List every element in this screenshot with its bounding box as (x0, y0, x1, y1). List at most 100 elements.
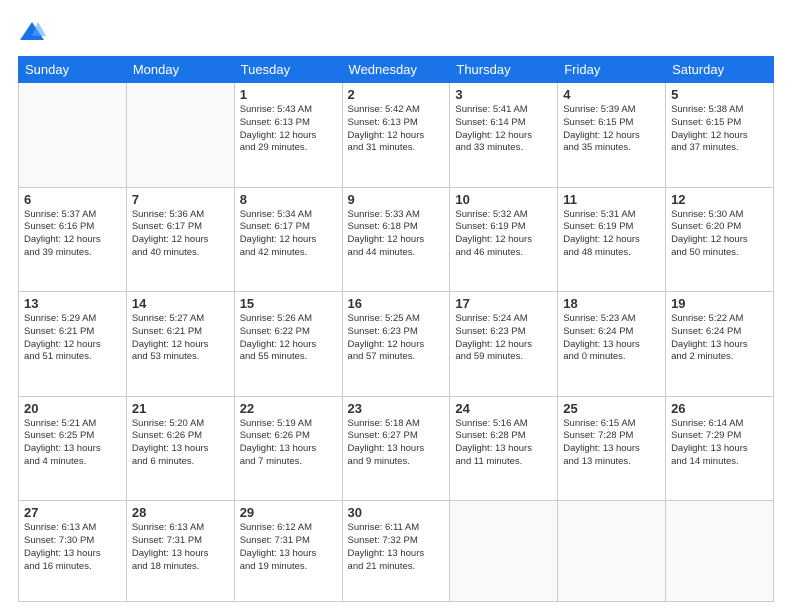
day-number: 23 (348, 401, 445, 416)
day-info: Sunrise: 5:16 AM Sunset: 6:28 PM Dayligh… (455, 418, 552, 469)
day-info: Sunrise: 5:20 AM Sunset: 6:26 PM Dayligh… (132, 418, 229, 469)
weekday-header-sunday: Sunday (19, 57, 127, 83)
day-cell: 6 Sunrise: 5:37 AM Sunset: 6:16 PM Daylig… (19, 187, 127, 292)
day-number: 3 (455, 87, 552, 102)
day-info: Sunrise: 5:38 AM Sunset: 6:15 PM Dayligh… (671, 104, 768, 155)
day-cell: 18Sunrise: 5:23 AM Sunset: 6:24 PM Dayli… (558, 292, 666, 397)
day-cell: 20 Sunrise: 5:21 AM Sunset: 6:25 PM Dayli… (19, 396, 127, 501)
day-info: Sunrise: 5:24 AM Sunset: 6:23 PM Dayligh… (455, 313, 552, 364)
day-number: 12 (671, 192, 768, 207)
day-info: Sunrise: 5:22 AM Sunset: 6:24 PM Dayligh… (671, 313, 768, 364)
day-cell: 26Sunrise: 6:14 AM Sunset: 7:29 PM Dayli… (666, 396, 774, 501)
week-row-1: 1 Sunrise: 5:43 AM Sunset: 6:13 PM Daylig… (19, 83, 774, 188)
day-info: Sunrise: 5:23 AM Sunset: 6:24 PM Dayligh… (563, 313, 660, 364)
day-number: 17 (455, 296, 552, 311)
week-row-2: 6 Sunrise: 5:37 AM Sunset: 6:16 PM Daylig… (19, 187, 774, 292)
day-cell: 22 Sunrise: 5:19 AM Sunset: 6:26 PM Dayli… (234, 396, 342, 501)
day-number: 25 (563, 401, 660, 416)
day-number: 7 (132, 192, 229, 207)
day-number: 14 (132, 296, 229, 311)
day-number: 20 (24, 401, 121, 416)
day-cell: 11 Sunrise: 5:31 AM Sunset: 6:19 PM Dayli… (558, 187, 666, 292)
day-info: Sunrise: 5:36 AM Sunset: 6:17 PM Dayligh… (132, 209, 229, 260)
weekday-header-friday: Friday (558, 57, 666, 83)
day-cell: 2Sunrise: 5:42 AM Sunset: 6:13 PM Daylig… (342, 83, 450, 188)
day-info: Sunrise: 5:43 AM Sunset: 6:13 PM Dayligh… (240, 104, 337, 155)
day-info: Sunrise: 6:11 AM Sunset: 7:32 PM Dayligh… (348, 522, 445, 573)
day-number: 5 (671, 87, 768, 102)
day-cell: 19 Sunrise: 5:22 AM Sunset: 6:24 PM Dayli… (666, 292, 774, 397)
day-info: Sunrise: 5:41 AM Sunset: 6:14 PM Dayligh… (455, 104, 552, 155)
day-info: Sunrise: 6:13 AM Sunset: 7:30 PM Dayligh… (24, 522, 121, 573)
day-info: Sunrise: 5:26 AM Sunset: 6:22 PM Dayligh… (240, 313, 337, 364)
day-cell: 10 Sunrise: 5:32 AM Sunset: 6:19 PM Dayli… (450, 187, 558, 292)
day-number: 28 (132, 505, 229, 520)
day-cell: 15 Sunrise: 5:26 AM Sunset: 6:22 PM Dayli… (234, 292, 342, 397)
day-number: 15 (240, 296, 337, 311)
day-cell: 4 Sunrise: 5:39 AM Sunset: 6:15 PM Daylig… (558, 83, 666, 188)
day-number: 19 (671, 296, 768, 311)
day-number: 1 (240, 87, 337, 102)
day-info: Sunrise: 5:25 AM Sunset: 6:23 PM Dayligh… (348, 313, 445, 364)
day-cell: 9 Sunrise: 5:33 AM Sunset: 6:18 PM Daylig… (342, 187, 450, 292)
day-info: Sunrise: 5:29 AM Sunset: 6:21 PM Dayligh… (24, 313, 121, 364)
day-cell: 16 Sunrise: 5:25 AM Sunset: 6:23 PM Dayli… (342, 292, 450, 397)
day-info: Sunrise: 5:31 AM Sunset: 6:19 PM Dayligh… (563, 209, 660, 260)
day-cell: 5 Sunrise: 5:38 AM Sunset: 6:15 PM Daylig… (666, 83, 774, 188)
day-info: Sunrise: 5:21 AM Sunset: 6:25 PM Dayligh… (24, 418, 121, 469)
page: SundayMondayTuesdayWednesdayThursdayFrid… (0, 0, 792, 612)
day-number: 16 (348, 296, 445, 311)
day-cell: 13 Sunrise: 5:29 AM Sunset: 6:21 PM Dayli… (19, 292, 127, 397)
day-info: Sunrise: 6:14 AM Sunset: 7:29 PM Dayligh… (671, 418, 768, 469)
day-info: Sunrise: 5:30 AM Sunset: 6:20 PM Dayligh… (671, 209, 768, 260)
day-cell: 27 Sunrise: 6:13 AM Sunset: 7:30 PM Dayli… (19, 501, 127, 602)
day-info: Sunrise: 6:12 AM Sunset: 7:31 PM Dayligh… (240, 522, 337, 573)
day-info: Sunrise: 5:39 AM Sunset: 6:15 PM Dayligh… (563, 104, 660, 155)
day-info: Sunrise: 5:19 AM Sunset: 6:26 PM Dayligh… (240, 418, 337, 469)
day-number: 6 (24, 192, 121, 207)
day-cell (19, 83, 127, 188)
weekday-header-tuesday: Tuesday (234, 57, 342, 83)
day-number: 11 (563, 192, 660, 207)
day-number: 24 (455, 401, 552, 416)
day-info: Sunrise: 5:33 AM Sunset: 6:18 PM Dayligh… (348, 209, 445, 260)
day-info: Sunrise: 6:15 AM Sunset: 7:28 PM Dayligh… (563, 418, 660, 469)
header (18, 18, 774, 46)
day-cell: 23 Sunrise: 5:18 AM Sunset: 6:27 PM Dayli… (342, 396, 450, 501)
day-info: Sunrise: 5:27 AM Sunset: 6:21 PM Dayligh… (132, 313, 229, 364)
day-cell (666, 501, 774, 602)
day-cell: 29 Sunrise: 6:12 AM Sunset: 7:31 PM Dayli… (234, 501, 342, 602)
day-number: 21 (132, 401, 229, 416)
day-cell: 1 Sunrise: 5:43 AM Sunset: 6:13 PM Daylig… (234, 83, 342, 188)
day-number: 30 (348, 505, 445, 520)
logo (18, 18, 50, 46)
day-number: 29 (240, 505, 337, 520)
day-cell: 12 Sunrise: 5:30 AM Sunset: 6:20 PM Dayli… (666, 187, 774, 292)
weekday-header-saturday: Saturday (666, 57, 774, 83)
day-cell: 8Sunrise: 5:34 AM Sunset: 6:17 PM Daylig… (234, 187, 342, 292)
day-info: Sunrise: 5:18 AM Sunset: 6:27 PM Dayligh… (348, 418, 445, 469)
weekday-header-thursday: Thursday (450, 57, 558, 83)
day-cell: 3 Sunrise: 5:41 AM Sunset: 6:14 PM Daylig… (450, 83, 558, 188)
day-number: 10 (455, 192, 552, 207)
day-number: 8 (240, 192, 337, 207)
day-number: 2 (348, 87, 445, 102)
day-cell: 24 Sunrise: 5:16 AM Sunset: 6:28 PM Dayli… (450, 396, 558, 501)
day-number: 13 (24, 296, 121, 311)
day-number: 22 (240, 401, 337, 416)
week-row-3: 13 Sunrise: 5:29 AM Sunset: 6:21 PM Dayli… (19, 292, 774, 397)
week-row-5: 27 Sunrise: 6:13 AM Sunset: 7:30 PM Dayli… (19, 501, 774, 602)
weekday-header-row: SundayMondayTuesdayWednesdayThursdayFrid… (19, 57, 774, 83)
day-number: 27 (24, 505, 121, 520)
weekday-header-wednesday: Wednesday (342, 57, 450, 83)
day-cell: 25 Sunrise: 6:15 AM Sunset: 7:28 PM Dayli… (558, 396, 666, 501)
day-info: Sunrise: 5:37 AM Sunset: 6:16 PM Dayligh… (24, 209, 121, 260)
week-row-4: 20 Sunrise: 5:21 AM Sunset: 6:25 PM Dayli… (19, 396, 774, 501)
day-number: 9 (348, 192, 445, 207)
day-info: Sunrise: 6:13 AM Sunset: 7:31 PM Dayligh… (132, 522, 229, 573)
day-cell: 7 Sunrise: 5:36 AM Sunset: 6:17 PM Daylig… (126, 187, 234, 292)
day-cell (558, 501, 666, 602)
day-cell (450, 501, 558, 602)
day-info: Sunrise: 5:32 AM Sunset: 6:19 PM Dayligh… (455, 209, 552, 260)
day-number: 4 (563, 87, 660, 102)
